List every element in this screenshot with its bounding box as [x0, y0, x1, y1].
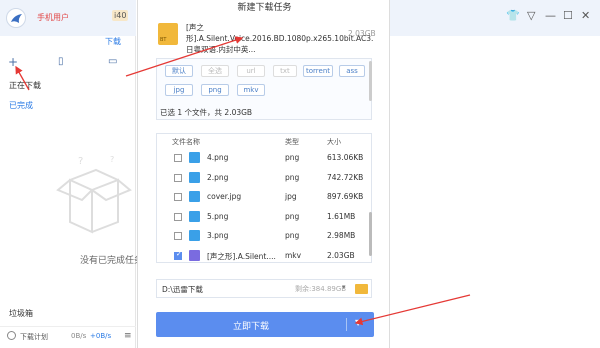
- filter-chip-select-all[interactable]: 全选: [201, 65, 229, 77]
- download-now-label: 立即下载: [232, 322, 269, 332]
- folder-icon[interactable]: ▭: [108, 56, 117, 68]
- shirt-icon[interactable]: 👕: [506, 9, 520, 22]
- menu-icon[interactable]: ≡: [124, 331, 132, 341]
- filter-chip-mkv[interactable]: mkv: [237, 84, 265, 96]
- file-row[interactable]: [声之形].A.Silent.... mkv 2.03GB: [157, 248, 371, 266]
- file-checkbox[interactable]: [174, 250, 182, 260]
- trash-item[interactable]: 垃圾箱: [9, 308, 33, 319]
- file-type: png: [285, 231, 300, 240]
- save-path-text[interactable]: D:\迅雷下载: [162, 284, 203, 295]
- bt-file-icon: BT: [158, 23, 178, 45]
- download-now-button[interactable]: 立即下载 ▼: [156, 312, 374, 337]
- file-row[interactable]: 4.png png 613.06KB: [157, 150, 371, 168]
- free-space: 剩余:384.89GB: [295, 285, 347, 293]
- torrent-file-size: 2.03GB: [348, 29, 376, 38]
- file-checkbox[interactable]: [174, 212, 182, 221]
- minimize-icon[interactable]: —: [545, 9, 556, 22]
- torrent-file-name: [声之形].A.Silent.Voice.2016.BD.1080p.x265.…: [186, 23, 374, 54]
- video-file-icon: [189, 249, 200, 261]
- upload-speed: +0B/s: [90, 332, 112, 340]
- image-file-icon: [189, 171, 200, 183]
- column-header-type[interactable]: 类型: [285, 137, 299, 147]
- image-file-icon: [189, 210, 200, 222]
- file-list-scrollbar[interactable]: [369, 212, 372, 256]
- file-type: png: [285, 172, 300, 182]
- file-name: 2.png: [207, 172, 229, 182]
- path-dropdown-icon[interactable]: ▾: [342, 283, 346, 291]
- avatar[interactable]: [6, 8, 26, 28]
- file-checkbox[interactable]: [174, 193, 182, 201]
- file-name: [声之形].A.Silent....: [207, 251, 276, 261]
- file-size: 613.06KB: [327, 153, 364, 162]
- file-row[interactable]: 5.png png 1.61MB: [157, 209, 371, 227]
- file-size: 897.69KB: [327, 192, 364, 201]
- clock-icon[interactable]: [7, 331, 16, 340]
- section-downloading[interactable]: 正在下载: [9, 80, 41, 91]
- filter-chip-png[interactable]: png: [201, 84, 229, 96]
- file-checkbox[interactable]: [174, 154, 182, 162]
- svg-text:?: ?: [78, 156, 83, 167]
- file-type: png: [285, 153, 300, 162]
- file-size: 1.61MB: [327, 211, 356, 221]
- file-row[interactable]: 2.png png 742.72KB: [157, 170, 371, 188]
- filter-chip-torrent[interactable]: torrent: [303, 65, 333, 77]
- bird-icon: [11, 14, 22, 23]
- filter-scrollbar[interactable]: [369, 61, 372, 101]
- filter-chip-url[interactable]: url: [237, 65, 265, 77]
- file-checkbox[interactable]: [174, 173, 182, 182]
- file-size: 742.72KB: [327, 172, 364, 182]
- app-header-right: 👕 ▽ — ☐ ✕: [390, 0, 600, 36]
- button-separator: [346, 318, 347, 331]
- column-header-name[interactable]: 文件名称: [172, 137, 200, 147]
- section-completed[interactable]: 已完成: [9, 100, 33, 111]
- dialog-title: 新建下载任务: [237, 3, 292, 13]
- file-row[interactable]: 3.png png 2.98MB: [157, 228, 371, 246]
- file-checkbox[interactable]: [174, 232, 182, 240]
- selection-summary: 已选 1 个文件，共 2.03GB: [160, 108, 253, 117]
- username[interactable]: 手机用户: [37, 12, 69, 23]
- app-header: 手机用户 i40: [0, 0, 136, 36]
- file-size: 2.03GB: [327, 250, 355, 260]
- empty-box-icon: ? ?: [56, 155, 132, 234]
- schedule-link[interactable]: 下载计划: [20, 332, 48, 342]
- download-speed: 0B/s: [71, 332, 87, 340]
- save-path-field[interactable]: D:\迅雷下载 剩余:384.89GB ▾: [156, 279, 372, 298]
- image-file-icon: [189, 230, 200, 241]
- file-type: jpg: [285, 192, 297, 201]
- maximize-icon[interactable]: ☐: [563, 9, 573, 22]
- filter-chip-ass[interactable]: ass: [339, 65, 365, 77]
- close-icon[interactable]: ✕: [581, 9, 590, 22]
- image-file-icon: [189, 191, 200, 202]
- download-options-caret-icon[interactable]: ▼: [355, 318, 361, 327]
- app-sidebar: 手机用户 i40 下载 + ▯ ▭ 正在下载 已完成 ? ? 没有已完成任务 垃…: [0, 0, 143, 348]
- filter-chip-default[interactable]: 默认: [165, 65, 193, 77]
- file-type: png: [285, 211, 300, 221]
- filter-chip-txt[interactable]: txt: [273, 65, 297, 77]
- status-bar: 下载计划 0B/s +0B/s ≡: [0, 326, 136, 348]
- svg-text:?: ?: [110, 155, 114, 164]
- filter-chip-jpg[interactable]: jpg: [165, 84, 193, 96]
- column-header-size[interactable]: 大小: [327, 137, 341, 147]
- dropdown-icon[interactable]: ▽: [527, 9, 535, 22]
- file-row[interactable]: cover.jpg jpg 897.69KB: [157, 189, 371, 207]
- file-icon[interactable]: ▯: [58, 56, 64, 68]
- file-size: 2.98MB: [327, 231, 356, 240]
- plus-icon[interactable]: +: [8, 56, 18, 68]
- browse-folder-icon[interactable]: [355, 284, 368, 294]
- new-download-dialog: 新建下载任务 BT [声之形].A.Silent.Voice.2016.BD.1…: [137, 0, 390, 348]
- file-name: 4.png: [207, 153, 229, 162]
- file-name: 3.png: [207, 231, 229, 240]
- vip-badge[interactable]: i40: [112, 10, 129, 21]
- bt-label: BT: [160, 37, 167, 43]
- image-file-icon: [189, 152, 200, 163]
- file-type: mkv: [285, 250, 302, 260]
- empty-text: 没有已完成任务: [80, 256, 144, 266]
- file-name: cover.jpg: [207, 192, 242, 201]
- file-name: 5.png: [207, 211, 229, 221]
- file-list: 文件名称 类型 大小 4.png png 613.06KB 2.png png 742.7…: [156, 133, 372, 263]
- tab-download[interactable]: 下载: [105, 36, 121, 47]
